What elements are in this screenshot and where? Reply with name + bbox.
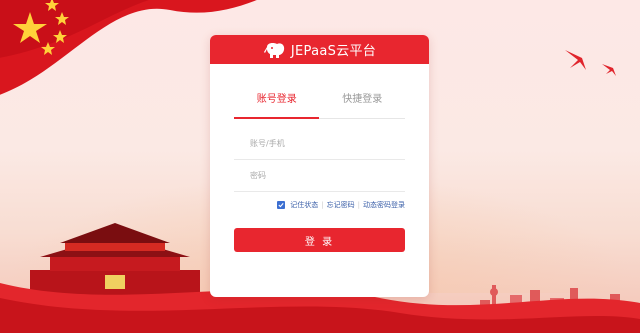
- password-input[interactable]: [234, 160, 405, 190]
- password-field-wrapper: [234, 160, 405, 192]
- divider: |: [357, 201, 360, 209]
- remember-label[interactable]: 记住状态: [290, 200, 318, 210]
- login-card: JEPaaS云平台 账号登录 快捷登录 记住状态 | 忘记密码 | 动态密码登录…: [210, 35, 429, 297]
- username-field-wrapper: [234, 128, 405, 160]
- login-tabs: 账号登录 快捷登录: [234, 90, 405, 119]
- login-options: 记住状态 | 忘记密码 | 动态密码登录: [234, 199, 405, 211]
- active-tab-indicator: [234, 117, 319, 119]
- card-header: JEPaaS云平台: [210, 35, 429, 64]
- username-input[interactable]: [234, 128, 405, 158]
- forgot-password-link[interactable]: 忘记密码: [327, 200, 355, 210]
- birds-decoration: [565, 50, 616, 76]
- app-title: JEPaaS云平台: [290, 44, 377, 59]
- login-button[interactable]: 登 录: [234, 228, 405, 252]
- divider: |: [321, 201, 324, 209]
- tab-quick-login[interactable]: 快捷登录: [320, 90, 406, 118]
- elephant-icon: [263, 42, 285, 58]
- tab-account-login[interactable]: 账号登录: [234, 90, 320, 118]
- dynamic-password-login-link[interactable]: 动态密码登录: [363, 200, 405, 210]
- check-icon: [278, 203, 284, 208]
- remember-checkbox[interactable]: [277, 201, 286, 209]
